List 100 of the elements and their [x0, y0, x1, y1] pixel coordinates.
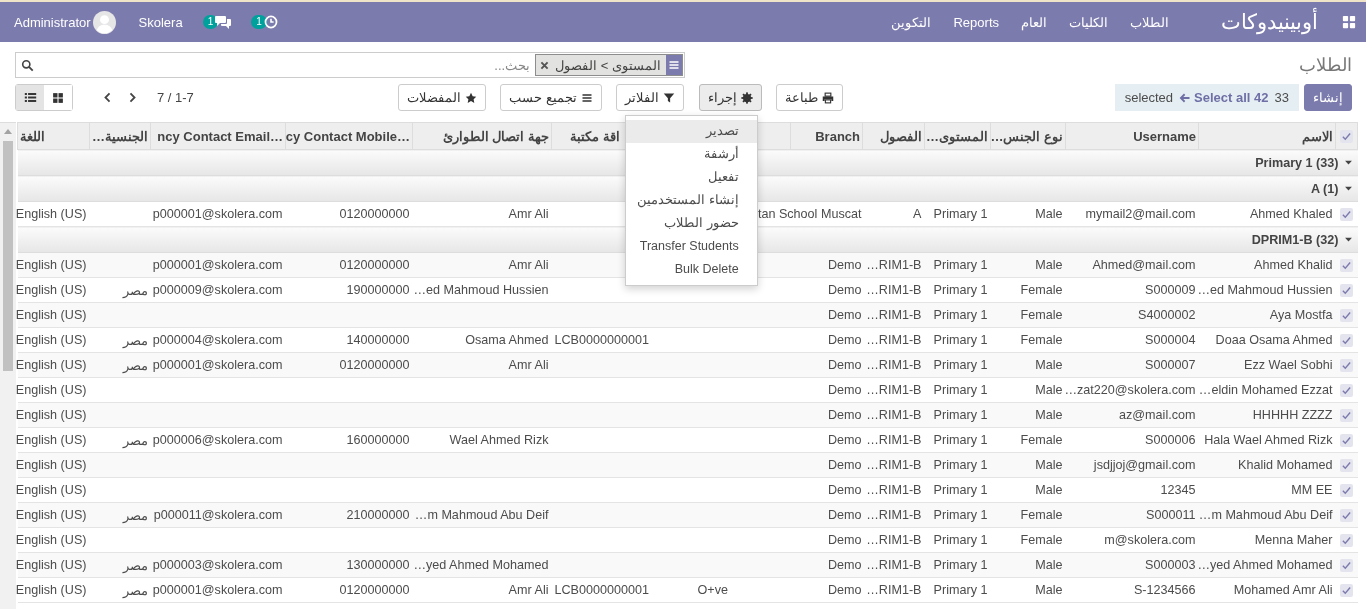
- column-header[interactable]: اللغة: [17, 122, 90, 150]
- notification-badge: 1: [251, 15, 267, 29]
- table-cell: 12345: [1160, 483, 1196, 497]
- table-cell: English (US): [15, 408, 87, 422]
- checkbox[interactable]: [1340, 583, 1353, 597]
- table-cell: 140000000: [346, 333, 410, 347]
- bars-icon: [580, 91, 593, 104]
- user-menu[interactable]: Administrator: [14, 10, 116, 34]
- table-cell: Primary 1: [933, 508, 988, 522]
- checkbox[interactable]: [1340, 358, 1353, 372]
- checkbox[interactable]: [1340, 129, 1353, 143]
- apps-menu-button[interactable]: [1340, 15, 1358, 29]
- table-cell: Primary 1: [933, 408, 988, 422]
- menu-item[interactable]: العام: [1021, 14, 1047, 30]
- table-cell: Primary 1: [933, 458, 988, 472]
- print-button[interactable]: طباعة: [775, 84, 843, 111]
- table-cell: Ezz Wael Sobhi: [1244, 358, 1333, 372]
- table-cell: …RIM1-B: [866, 433, 922, 447]
- checkbox[interactable]: [1340, 508, 1353, 522]
- checkbox[interactable]: [1340, 383, 1353, 397]
- checkbox[interactable]: [1340, 308, 1353, 322]
- table-cell: p000004@skolera.com: [152, 333, 283, 347]
- table-cell: S000009: [1145, 283, 1196, 297]
- clock-icon: [263, 15, 278, 29]
- table-cell: 160000000: [346, 433, 410, 447]
- close-icon[interactable]: [539, 59, 551, 71]
- column-header[interactable]: الفصول: [862, 122, 925, 150]
- search-field[interactable]: المستوى > الفصول بحث...: [15, 52, 685, 78]
- table-cell: p000009@skolera.com: [152, 283, 283, 297]
- table-cell: MM EE: [1291, 483, 1333, 497]
- star-icon: [465, 91, 478, 104]
- column-header[interactable]: …cy Contact Mobile: [285, 122, 413, 150]
- breadcrumb: الطلاب: [1299, 54, 1352, 76]
- table-cell: Male: [1035, 458, 1063, 472]
- gear-icon: [740, 91, 753, 104]
- column-header[interactable]: جهة اتصال الطوارئ: [412, 122, 552, 150]
- checkbox[interactable]: [1340, 433, 1353, 447]
- column-header[interactable]: المستوى…: [924, 122, 991, 150]
- table-cell: English (US): [15, 483, 87, 497]
- table-cell: …RIM1-B: [866, 558, 922, 572]
- search-facet[interactable]: المستوى > الفصول: [535, 54, 683, 76]
- table-cell: Female: [1020, 308, 1063, 322]
- table-cell: Hala Wael Ahmed Rizk: [1204, 433, 1333, 447]
- checkbox[interactable]: [1340, 533, 1353, 547]
- checkbox[interactable]: [1340, 207, 1353, 221]
- checkbox[interactable]: [1340, 408, 1353, 422]
- filters-button[interactable]: الفلاتر: [615, 84, 684, 111]
- table-cell: Amr Ali: [508, 258, 549, 272]
- dropdown-item[interactable]: Bulk Delete: [625, 258, 757, 281]
- table-cell: S000004: [1145, 333, 1196, 347]
- dropdown-item[interactable]: إنشاء المستخدمين: [625, 189, 757, 212]
- checkbox[interactable]: [1340, 458, 1353, 472]
- select-all-link[interactable]: Select all 42: [1179, 90, 1269, 105]
- table-cell: 190000000: [346, 283, 410, 297]
- menu-item[interactable]: Reports: [953, 14, 999, 30]
- column-header[interactable]: الجنسية…: [89, 122, 151, 150]
- dropdown-item[interactable]: تصدير: [625, 120, 757, 143]
- table-cell: 130000000: [346, 558, 410, 572]
- arrow-left-icon: [1179, 91, 1192, 104]
- menu-item[interactable]: الكليات: [1069, 14, 1108, 30]
- list-icon: [23, 91, 37, 104]
- table-cell: مصر: [122, 433, 148, 448]
- table-cell: Aya Mostfa: [1269, 308, 1333, 322]
- table-cell: English (US): [15, 558, 87, 572]
- table-cell: p000001@skolera.com: [152, 258, 283, 272]
- table-cell: LCB0000000001: [554, 583, 650, 597]
- scrollbar[interactable]: [0, 122, 16, 609]
- favorites-button[interactable]: المفضلات: [398, 84, 487, 111]
- table-cell: Doaa Osama Ahmed: [1215, 333, 1333, 347]
- checkbox[interactable]: [1340, 483, 1353, 497]
- list-view-button[interactable]: [16, 85, 44, 110]
- table-cell: Amr Ali: [508, 207, 549, 221]
- table-cell: az@mail.com: [1119, 408, 1196, 422]
- table-cell: Male: [1035, 583, 1063, 597]
- dropdown-item[interactable]: حضور الطلاب: [625, 212, 757, 235]
- checkbox[interactable]: [1340, 333, 1353, 347]
- table-cell: Demo: [827, 258, 862, 272]
- table-cell: Primary 1: [933, 583, 988, 597]
- menu-item[interactable]: الطلاب: [1130, 14, 1169, 30]
- action-button[interactable]: إجراء: [698, 84, 762, 111]
- dropdown-item[interactable]: تفعيل: [625, 166, 757, 189]
- column-header[interactable]: …ncy Contact Email: [150, 122, 286, 150]
- dropdown-item[interactable]: أرشفة: [625, 143, 757, 166]
- checkbox[interactable]: [1340, 558, 1353, 572]
- menu-item[interactable]: التكوين: [891, 14, 932, 30]
- column-header[interactable]: نوع الجنس…: [990, 122, 1066, 150]
- group-label: DPRIM1-B (32): [1251, 232, 1339, 247]
- table-cell: English (US): [15, 508, 87, 522]
- create-button[interactable]: إنشاء: [1304, 84, 1352, 111]
- dropdown-item[interactable]: Transfer Students: [625, 235, 757, 258]
- checkbox[interactable]: [1340, 283, 1353, 297]
- checkbox[interactable]: [1340, 258, 1353, 272]
- column-header[interactable]: Username: [1065, 122, 1199, 150]
- table-cell: Primary 1: [933, 308, 988, 322]
- group-by-button[interactable]: تجميع حسب: [500, 84, 602, 111]
- table-cell: Female: [1020, 283, 1063, 297]
- company-switcher[interactable]: Skolera: [138, 14, 183, 30]
- column-header[interactable]: الاسم: [1198, 122, 1336, 150]
- column-header[interactable]: Branch: [790, 122, 863, 150]
- table-cell: S000003: [1145, 558, 1196, 572]
